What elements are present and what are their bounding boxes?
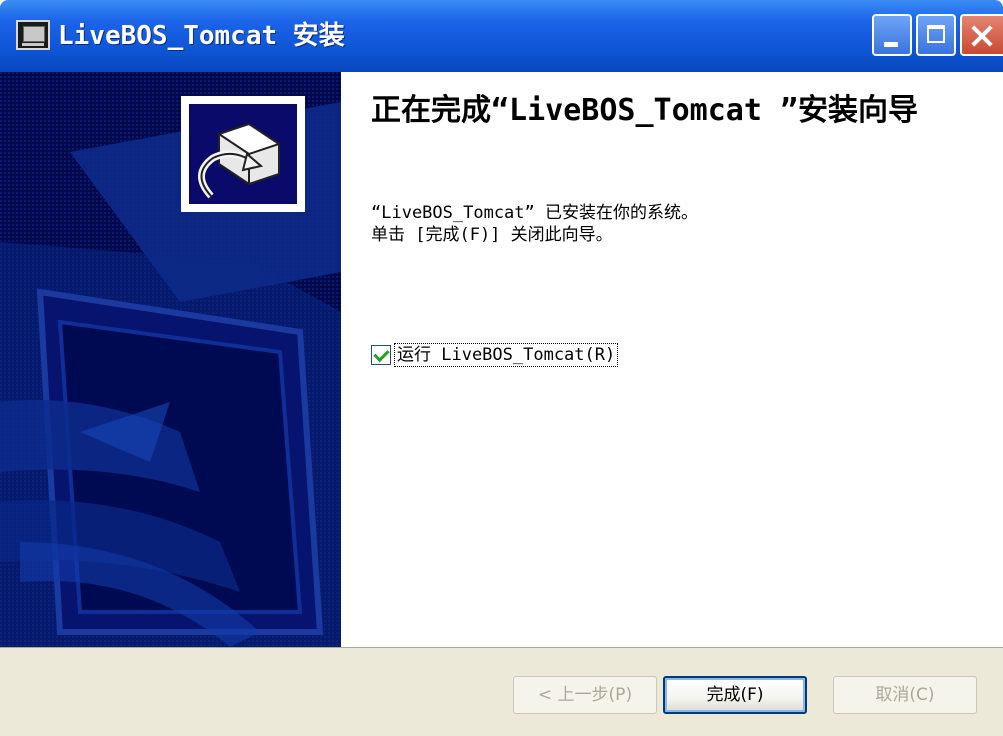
run-app-option[interactable]: 运行 LiveBOS_Tomcat(R) [371,342,619,368]
button-bar: < 上一步(P) 完成(F) 取消(C) [0,647,1003,736]
title-bar[interactable]: LiveBOS_Tomcat 安装 [0,0,1003,72]
close-button[interactable] [960,14,1003,56]
description-line-1: “LiveBOS_Tomcat” 已安装在你的系统。 [371,203,698,223]
minimize-button[interactable] [872,14,912,56]
finish-button[interactable]: 完成(F) [663,676,807,714]
page-title: 正在完成“LiveBOS_Tomcat ”安装向导 [371,93,919,128]
wizard-content: 正在完成“LiveBOS_Tomcat ”安装向导 “LiveBOS_Tomca… [341,72,1003,647]
run-app-checkbox[interactable] [371,345,391,365]
completion-description: “LiveBOS_Tomcat” 已安装在你的系统。 单击 [完成(F)] 关闭… [371,202,971,246]
installer-window: LiveBOS_Tomcat 安装 正在完成“LiveBOS_Tomcat ”安… [0,0,1003,736]
maximize-icon [927,25,945,43]
computer-setup-icon [181,96,305,212]
maximize-button[interactable] [916,14,956,56]
window-title: LiveBOS_Tomcat 安装 [58,21,345,51]
back-button[interactable]: < 上一步(P) [513,676,657,714]
run-app-label[interactable]: 运行 LiveBOS_Tomcat(R) [394,343,619,367]
description-line-2: 单击 [完成(F)] 关闭此向导。 [371,225,613,245]
close-icon [970,23,994,47]
wizard-side-banner [0,72,341,647]
minimize-icon [884,42,898,47]
setup-app-icon[interactable] [16,20,50,50]
cancel-button[interactable]: 取消(C) [833,676,977,714]
